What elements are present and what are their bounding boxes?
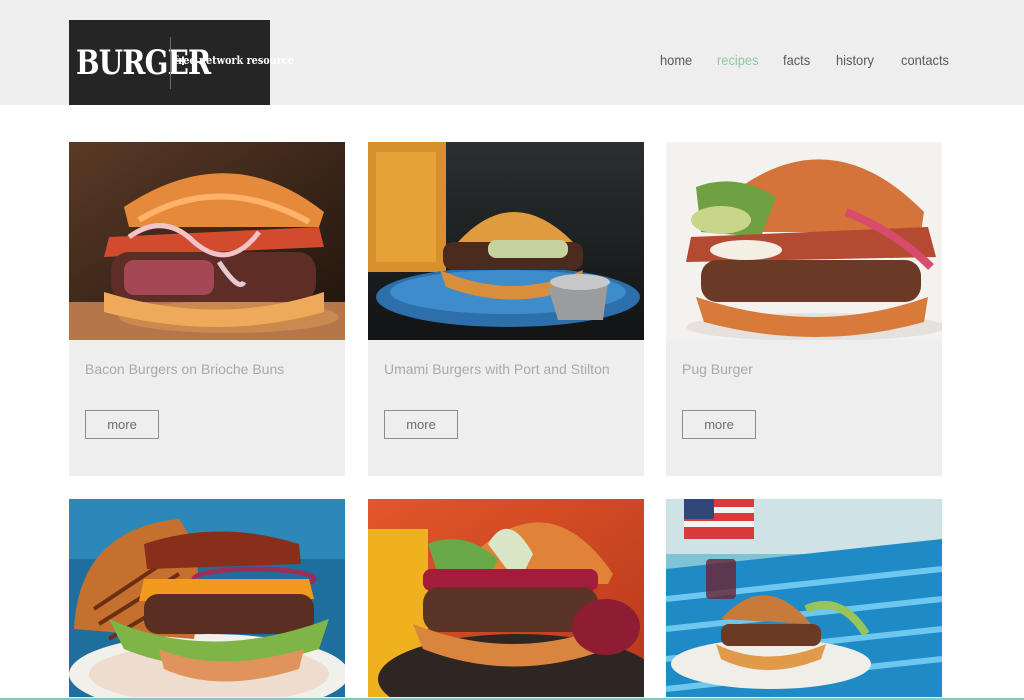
nav-history[interactable]: history — [836, 52, 874, 68]
main-nav: home recipes facts history contacts — [0, 52, 1024, 74]
more-button[interactable]: more — [384, 410, 458, 439]
recipe-photo-umami-burger[interactable] — [368, 142, 644, 340]
recipe-title: Umami Burgers with Port and Stilton — [384, 361, 610, 377]
nav-contacts[interactable]: contacts — [901, 52, 949, 68]
recipe-card: Bacon Burgers on Brioche Buns more — [69, 142, 345, 476]
nav-facts[interactable]: facts — [783, 52, 810, 68]
nav-recipes[interactable]: recipes — [717, 52, 759, 68]
site-header: BURGER free network resource home recipe… — [0, 0, 1024, 105]
more-button[interactable]: more — [682, 410, 756, 439]
recipe-card: Umami Burgers with Port and Stilton more — [368, 142, 644, 476]
recipe-photo-classic-burger[interactable] — [69, 499, 345, 697]
recipe-title: Pug Burger — [682, 361, 753, 377]
recipe-photo-pug-burger[interactable] — [666, 142, 942, 340]
more-button[interactable]: more — [85, 410, 159, 439]
recipe-photo-beet-burger[interactable] — [368, 499, 644, 697]
recipe-card — [69, 499, 345, 700]
recipe-photo-picnic-burger[interactable] — [666, 499, 942, 697]
recipe-title: Bacon Burgers on Brioche Buns — [85, 361, 285, 377]
nav-home[interactable]: home — [660, 52, 692, 68]
recipe-card: Pug Burger more — [666, 142, 942, 476]
recipe-card — [666, 499, 942, 700]
recipe-photo-bacon-burger[interactable] — [69, 142, 345, 340]
recipe-card — [368, 499, 644, 700]
